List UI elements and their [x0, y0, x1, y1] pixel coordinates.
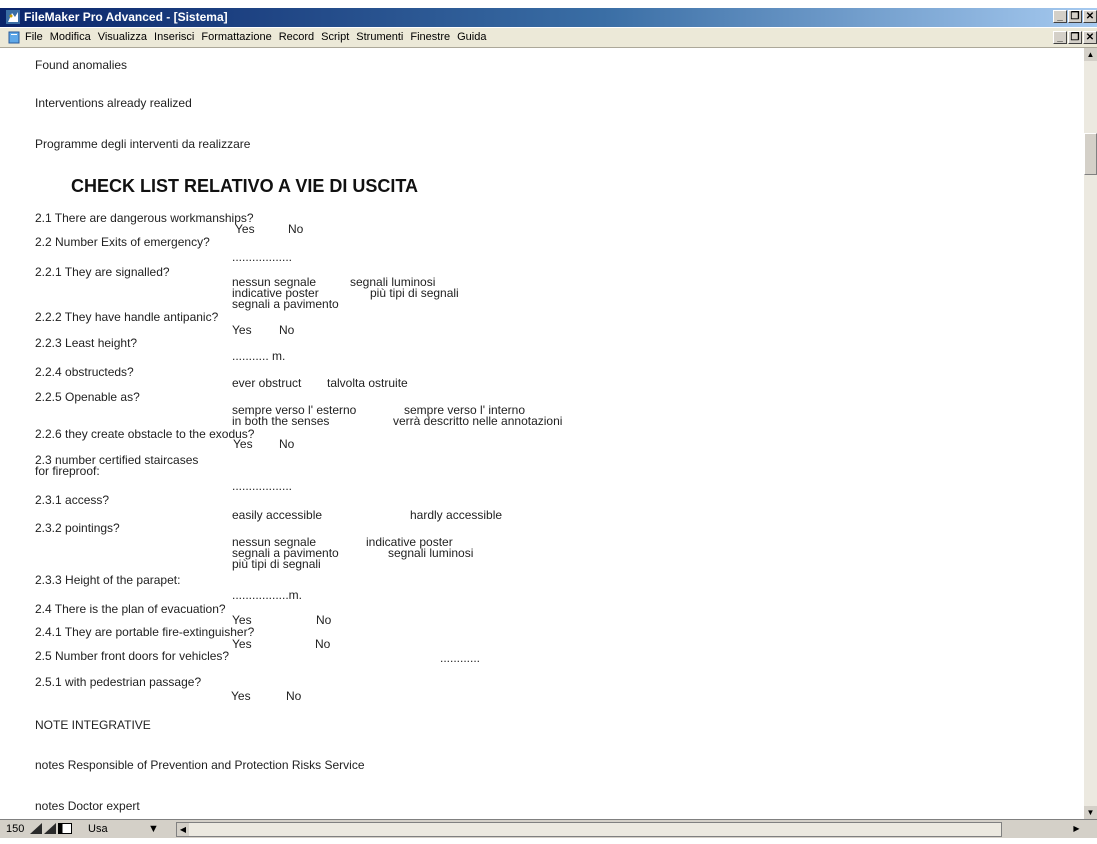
horizontal-scrollbar[interactable]: ◀: [176, 822, 1002, 837]
doc-close-icon[interactable]: ✕: [1083, 31, 1097, 44]
q2-4-no-option[interactable]: No: [316, 614, 331, 626]
scroll-thumb[interactable]: [1084, 133, 1097, 175]
zoom-level[interactable]: 150: [6, 821, 24, 837]
menu-items: File Modifica Visualizza Inserisci Forma…: [25, 28, 493, 47]
q2-2-3-label: 2.2.3 Least height?: [35, 336, 138, 350]
vertical-scrollbar[interactable]: ▲ ▼: [1084, 48, 1097, 819]
notes-doctor-label: notes Doctor expert: [35, 799, 140, 813]
scroll-left-icon[interactable]: ◀: [177, 823, 189, 836]
q2-2-4-label: 2.2.4 obstructeds?: [35, 365, 134, 379]
q2-3-2-option-luminosi[interactable]: segnali luminosi: [388, 547, 473, 559]
mode-selector[interactable]: Usa: [88, 821, 108, 837]
q2-2-6-no-option[interactable]: No: [279, 438, 294, 450]
zoom-in-icon[interactable]: [44, 823, 56, 834]
document-icon[interactable]: [8, 31, 20, 44]
q2-2-4-option-ever[interactable]: ever obstruct: [232, 377, 301, 389]
form-layout: Found anomalies Interventions already re…: [0, 48, 1084, 819]
menu-strumenti[interactable]: Strumenti: [356, 28, 403, 47]
menu-visualizza[interactable]: Visualizza: [98, 28, 147, 47]
q2-2-6-label: 2.2.6 they create obstacle to the exodus…: [35, 427, 255, 441]
scroll-down-icon[interactable]: ▼: [1084, 806, 1097, 819]
scroll-right-icon[interactable]: ▶: [1070, 822, 1083, 835]
menu-guida[interactable]: Guida: [457, 28, 486, 47]
q2-2-5-label: 2.2.5 Openable as?: [35, 390, 140, 404]
q2-2-1-option-pavimento[interactable]: segnali a pavimento: [232, 298, 339, 310]
restore-icon[interactable]: ❐: [1068, 10, 1082, 23]
filemaker-app-icon: [6, 10, 20, 24]
q2-5-1-yes-option[interactable]: Yes: [231, 690, 251, 702]
q2-2-6-yes-option[interactable]: Yes: [233, 438, 253, 450]
q2-3-1-label: 2.3.1 access?: [35, 493, 110, 507]
scroll-up-icon[interactable]: ▲: [1084, 48, 1097, 61]
q2-3-label-line2: for fireproof:: [35, 464, 100, 478]
menu-modifica[interactable]: Modifica: [50, 28, 91, 47]
q2-4-1-label: 2.4.1 They are portable fire-extinguishe…: [35, 625, 255, 639]
q2-5-1-label: 2.5.1 with pedestrian passage?: [35, 675, 202, 689]
q2-3-1-option-easily[interactable]: easily accessible: [232, 509, 322, 521]
note-integrative-label: NOTE INTEGRATIVE: [35, 718, 151, 732]
q2-2-label: 2.2 Number Exits of emergency?: [35, 235, 210, 249]
q2-3-2-label: 2.3.2 pointings?: [35, 521, 120, 535]
q2-1-yes-option[interactable]: Yes: [235, 223, 255, 235]
zoom-out-icon[interactable]: [30, 823, 42, 834]
found-anomalies-label: Found anomalies: [35, 58, 128, 72]
document-window-controls: _ ❐ ✕: [1053, 31, 1097, 44]
q2-4-1-no-option[interactable]: No: [315, 638, 330, 650]
q2-2-1-option-piu-tipi[interactable]: più tipi di segnali: [370, 287, 459, 299]
q2-5-1-no-option[interactable]: No: [286, 690, 301, 702]
minimize-icon[interactable]: _: [1053, 10, 1067, 23]
q2-4-label: 2.4 There is the plan of evacuation?: [35, 602, 226, 616]
q2-2-5-option-both[interactable]: in both the senses: [232, 415, 329, 427]
status-bar: 150 Usa ▼ ◀ ▶: [0, 819, 1097, 838]
menu-script[interactable]: Script: [321, 28, 349, 47]
menu-inserisci[interactable]: Inserisci: [154, 28, 194, 47]
interventions-realized-label: Interventions already realized: [35, 96, 192, 110]
q2-2-2-yes-option[interactable]: Yes: [232, 324, 252, 336]
q2-2-1-label: 2.2.1 They are signalled?: [35, 265, 170, 279]
doc-restore-icon[interactable]: ❐: [1068, 31, 1082, 44]
menu-formattazione[interactable]: Formattazione: [201, 28, 271, 47]
notes-rspp-label: notes Responsible of Prevention and Prot…: [35, 758, 365, 772]
q2-3-3-label: 2.3.3 Height of the parapet:: [35, 573, 181, 587]
q2-2-field[interactable]: ..................: [232, 251, 292, 263]
q2-2-2-label: 2.2.2 They have handle antipanic?: [35, 310, 219, 324]
zoom-controls: [30, 823, 72, 834]
q2-1-no-option[interactable]: No: [288, 223, 303, 235]
q2-5-field[interactable]: ............: [440, 652, 480, 664]
menu-bar: File Modifica Visualizza Inserisci Forma…: [0, 28, 1097, 48]
q2-3-3-field[interactable]: .................m.: [232, 589, 302, 601]
programme-label: Programme degli interventi da realizzare: [35, 137, 251, 151]
q2-2-5-option-annotazioni[interactable]: verrà descritto nelle annotazioni: [393, 415, 562, 427]
q2-2-3-field[interactable]: ........... m.: [232, 350, 285, 362]
title-bar: FileMaker Pro Advanced - [Sistema] _ ❐ ✕: [0, 8, 1097, 27]
window-controls: _ ❐ ✕: [1053, 10, 1097, 23]
mode-dropdown-icon[interactable]: ▼: [148, 821, 159, 837]
q2-2-2-no-option[interactable]: No: [279, 324, 294, 336]
q2-3-2-option-piu-tipi[interactable]: più tipi di segnali: [232, 558, 321, 570]
menu-finestre[interactable]: Finestre: [410, 28, 450, 47]
q2-3-field[interactable]: ..................: [232, 480, 292, 492]
q2-1-label: 2.1 There are dangerous workmanships?: [35, 211, 254, 225]
menu-file[interactable]: File: [25, 28, 43, 47]
menu-record[interactable]: Record: [279, 28, 314, 47]
q2-5-label: 2.5 Number front doors for vehicles?: [35, 649, 230, 663]
q2-3-1-option-hardly[interactable]: hardly accessible: [410, 509, 502, 521]
close-icon[interactable]: ✕: [1083, 10, 1097, 23]
q2-2-4-option-talvolta[interactable]: talvolta ostruite: [327, 377, 408, 389]
window-title: FileMaker Pro Advanced - [Sistema]: [24, 10, 228, 24]
q2-4-1-yes-option[interactable]: Yes: [232, 638, 252, 650]
doc-minimize-icon[interactable]: _: [1053, 31, 1067, 44]
checklist-heading: CHECK LIST RELATIVO A VIE DI USCITA: [71, 176, 419, 196]
status-area-toggle-icon[interactable]: [58, 823, 72, 834]
